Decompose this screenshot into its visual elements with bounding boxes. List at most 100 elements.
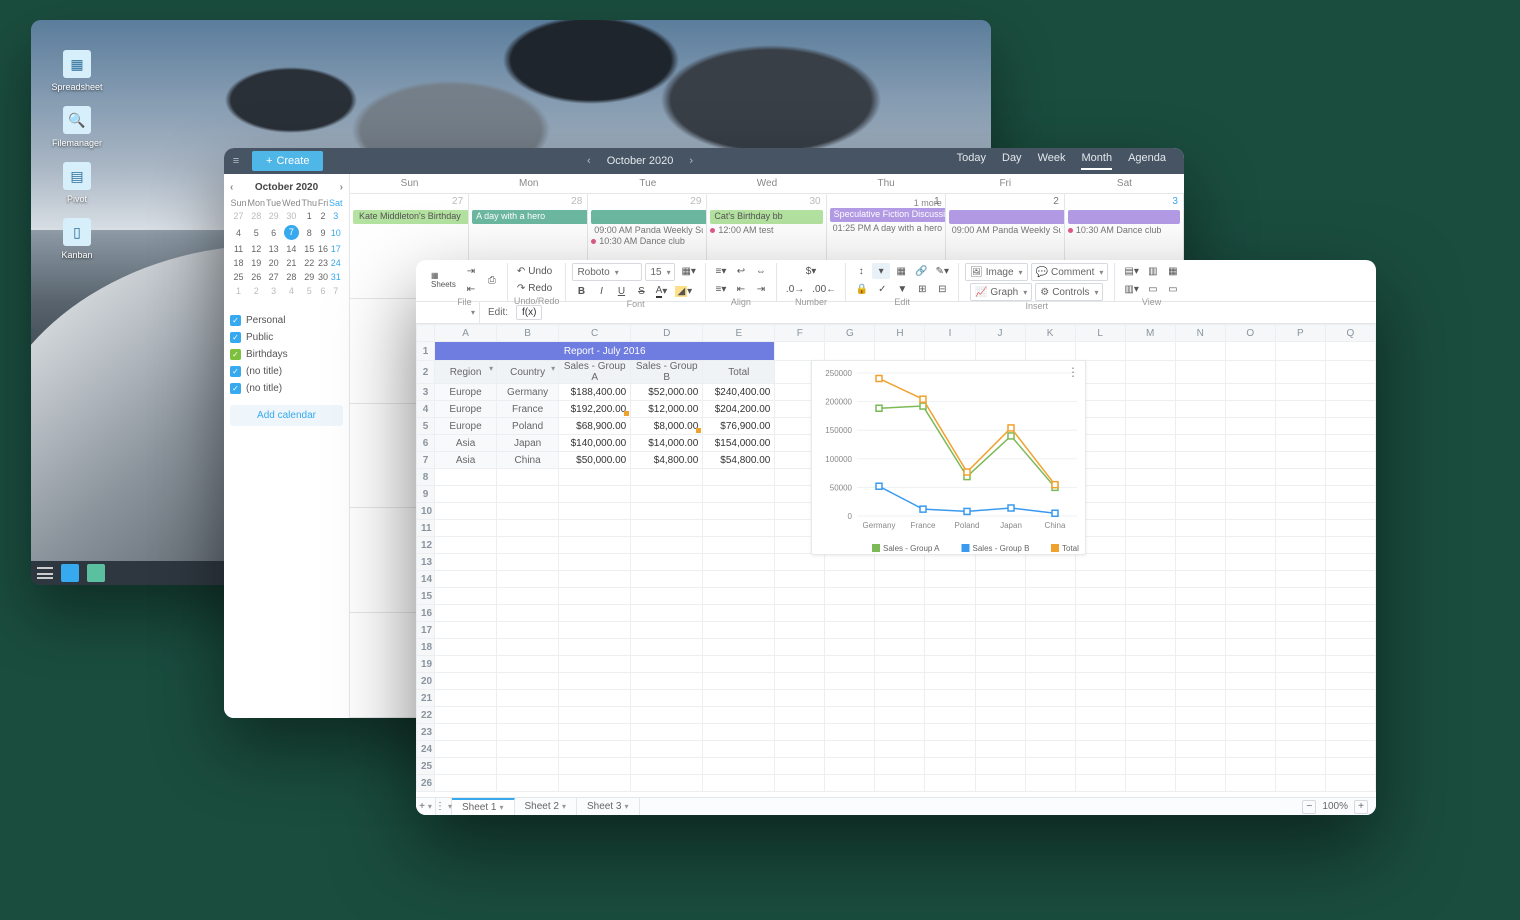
- lock-icon[interactable]: 🔒: [853, 281, 871, 297]
- export-icon[interactable]: ⇤: [462, 281, 480, 297]
- validation-icon[interactable]: ✓: [873, 281, 891, 297]
- name-box[interactable]: [416, 302, 480, 323]
- event-item[interactable]: 09:00 AM Panda Weekly Su…: [591, 225, 703, 235]
- view-week[interactable]: Week: [1038, 152, 1066, 170]
- cond-format-icon[interactable]: ▦: [892, 263, 910, 279]
- calendar-title: October 2020: [607, 155, 674, 167]
- svg-text:50000: 50000: [830, 483, 853, 492]
- redo-button[interactable]: ↷ Redo: [514, 280, 555, 296]
- underline-button[interactable]: U: [612, 283, 630, 299]
- calendar-checkbox-row[interactable]: ✓Personal: [230, 312, 343, 329]
- headers-icon[interactable]: ▭: [1144, 281, 1162, 297]
- delete-row-icon[interactable]: ⊟: [933, 281, 951, 297]
- desktop-icon-spreadsheet[interactable]: ▦Spreadsheet: [47, 50, 107, 92]
- align-left-icon[interactable]: ≡▾: [712, 263, 730, 279]
- hide-cols-icon[interactable]: ▥▾: [1121, 281, 1141, 297]
- insert-image-button[interactable]: 🖼 Image: [965, 263, 1028, 281]
- prev-month-icon[interactable]: ‹: [587, 155, 591, 167]
- view-switcher: Today Day Week Month Agenda: [957, 152, 1184, 170]
- number-format-icon[interactable]: $▾: [802, 263, 820, 279]
- spreadsheet-grid[interactable]: ABCDEFGHIJKLMNOPQ1Report - July 20162 Re…: [416, 324, 1376, 797]
- calendar-checkbox-row[interactable]: ✓(no title): [230, 380, 343, 397]
- sort-icon[interactable]: ↕: [852, 263, 870, 279]
- dropdown-icon[interactable]: ▼: [893, 281, 911, 297]
- strike-button[interactable]: S: [632, 283, 650, 299]
- merge-icon[interactable]: ⇔: [752, 263, 770, 279]
- next-month-icon[interactable]: ›: [689, 155, 693, 167]
- event-item[interactable]: 10:30 AM Dance club: [1068, 225, 1180, 235]
- undo-button[interactable]: ↶ Undo: [514, 263, 555, 279]
- event-bar[interactable]: Cat's Birthday bb: [710, 210, 822, 224]
- embedded-chart[interactable]: ⋮ 050000100000150000200000250000GermanyF…: [811, 360, 1086, 555]
- decimal-dec-icon[interactable]: .00←: [809, 281, 839, 297]
- indent-dec-icon[interactable]: ⇤: [732, 281, 750, 297]
- menu-icon[interactable]: ≡: [224, 155, 248, 167]
- desktop-icon-pivot[interactable]: ▤Pivot: [47, 162, 107, 204]
- more-events-link[interactable]: 1 more: [830, 198, 942, 208]
- event-bar[interactable]: Speculative Fiction Discussion Club: [830, 208, 946, 222]
- mini-prev-icon[interactable]: ‹: [230, 182, 233, 193]
- insert-graph-button[interactable]: 📈 Graph: [970, 283, 1032, 301]
- italic-button[interactable]: I: [592, 283, 610, 299]
- event-bar[interactable]: [591, 210, 707, 224]
- calendar-list: ✓Personal ✓Public ✓Birthdays ✓(no title)…: [230, 312, 343, 397]
- font-size-select[interactable]: 15: [645, 263, 675, 281]
- sheet-tab[interactable]: Sheet 1: [452, 798, 515, 815]
- create-button[interactable]: + Create: [252, 151, 323, 171]
- hide-rows-icon[interactable]: ▤▾: [1121, 263, 1141, 279]
- fill-color-button[interactable]: ◢▾: [672, 283, 695, 299]
- import-icon[interactable]: ⇥: [462, 263, 480, 279]
- zoom-in-button[interactable]: +: [1354, 800, 1368, 814]
- indent-inc-icon[interactable]: ⇥: [752, 281, 770, 297]
- calendar-checkbox-row[interactable]: ✓(no title): [230, 363, 343, 380]
- add-calendar-button[interactable]: Add calendar: [230, 405, 343, 426]
- gridlines-icon[interactable]: ▦: [1164, 263, 1182, 279]
- mini-calendar-grid[interactable]: SunMonTueWedThuFriSat2728293012345678910…: [230, 197, 343, 298]
- view-agenda[interactable]: Agenda: [1128, 152, 1166, 170]
- mini-next-icon[interactable]: ›: [340, 182, 343, 193]
- sheet-menu-icon[interactable]: ⋮: [436, 798, 452, 815]
- sheet-tab[interactable]: Sheet 2: [515, 798, 578, 815]
- svg-text:Sales - Group B: Sales - Group B: [973, 544, 1030, 553]
- insert-row-icon[interactable]: ⊞: [913, 281, 931, 297]
- view-month[interactable]: Month: [1081, 152, 1112, 170]
- desktop-icon-filemanager[interactable]: 🔍Filemanager: [47, 106, 107, 148]
- valign-icon[interactable]: ≡▾: [712, 281, 730, 297]
- borders-icon[interactable]: ▦▾: [678, 263, 698, 279]
- mini-calendar-title: October 2020: [255, 182, 318, 193]
- font-family-select[interactable]: Roboto: [572, 263, 642, 281]
- wrap-text-icon[interactable]: ↩: [732, 263, 750, 279]
- taskbar-menu-icon[interactable]: [37, 567, 53, 579]
- decimal-inc-icon[interactable]: .0→: [783, 281, 807, 297]
- print-icon[interactable]: ⎙: [483, 272, 501, 288]
- taskbar-app-icon[interactable]: [87, 564, 105, 582]
- link-icon[interactable]: 🔗: [912, 263, 930, 279]
- sheet-tab[interactable]: Sheet 3: [577, 798, 640, 815]
- taskbar-app-icon[interactable]: [61, 564, 79, 582]
- fx-button[interactable]: f(x): [516, 305, 542, 320]
- zoom-icon[interactable]: ▭: [1164, 281, 1182, 297]
- add-sheet-button[interactable]: +: [416, 798, 436, 815]
- calendar-checkbox-row[interactable]: ✓Birthdays: [230, 346, 343, 363]
- view-day[interactable]: Day: [1002, 152, 1022, 170]
- filter-icon[interactable]: ▾: [872, 263, 890, 279]
- font-color-button[interactable]: A▾: [652, 283, 670, 299]
- calendar-checkbox-row[interactable]: ✓Public: [230, 329, 343, 346]
- zoom-out-button[interactable]: −: [1302, 800, 1316, 814]
- event-item[interactable]: 09:00 AM Panda Weekly Su…: [949, 225, 1061, 235]
- desktop-icon-kanban[interactable]: ▯Kanban: [47, 218, 107, 260]
- today-button[interactable]: Today: [957, 152, 986, 170]
- sheets-button[interactable]: ▦Sheets: [428, 264, 459, 296]
- event-item[interactable]: 12:00 AM test: [710, 225, 822, 235]
- event-item[interactable]: 01:25 PM A day with a hero: [830, 223, 942, 233]
- chart-menu-icon[interactable]: ⋮: [1067, 365, 1079, 379]
- event-bar[interactable]: Kate Middleton's Birthday: [353, 210, 469, 224]
- event-item[interactable]: 10:30 AM Dance club: [591, 236, 703, 246]
- insert-comment-button[interactable]: 💬 Comment: [1031, 263, 1109, 281]
- bold-button[interactable]: B: [572, 283, 590, 299]
- insert-controls-button[interactable]: ⚙ Controls: [1035, 283, 1103, 301]
- event-bar[interactable]: A day with a hero: [472, 210, 588, 224]
- day-of-week-header: SunMonTueWedThuFriSat: [350, 174, 1184, 194]
- clear-icon[interactable]: ✎▾: [933, 263, 952, 279]
- freeze-icon[interactable]: ▥: [1144, 263, 1162, 279]
